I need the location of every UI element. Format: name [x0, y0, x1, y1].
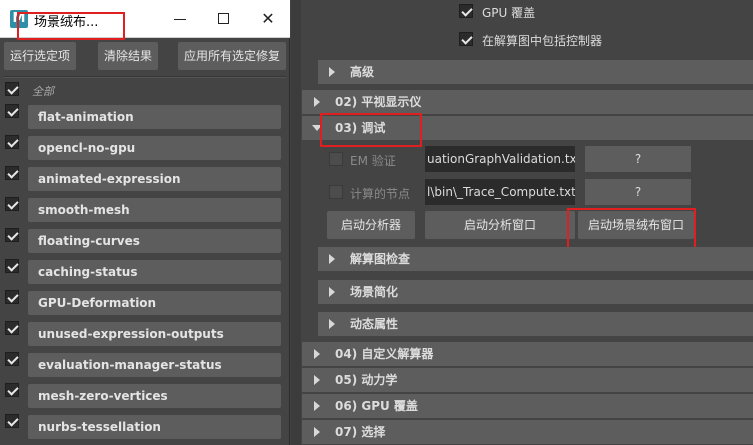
expand-arrow-icon: [329, 287, 335, 297]
expand-arrow-icon: [314, 349, 320, 359]
expand-arrow-icon: [329, 67, 335, 77]
computed-nodes-help-button[interactable]: ?: [585, 179, 691, 205]
test-checkbox[interactable]: [5, 166, 19, 180]
em-validation-help-button[interactable]: ?: [585, 146, 691, 172]
close-button[interactable]: ✕: [246, 0, 290, 38]
computed-nodes-label: 计算的节点: [350, 187, 411, 201]
expand-arrow-icon: [314, 375, 320, 385]
panel-gutter: [291, 0, 301, 445]
minimize-button[interactable]: [158, 0, 202, 38]
apply-all-fixes-button[interactable]: 应用所有选定修复: [178, 42, 286, 70]
all-checkbox[interactable]: [5, 82, 19, 96]
run-selected-button[interactable]: 运行选定项: [4, 42, 76, 70]
em-validation-label: EM 验证: [350, 154, 396, 168]
test-checkbox[interactable]: [5, 259, 19, 273]
expand-arrow-icon: [314, 401, 320, 411]
test-item[interactable]: unused-expression-outputs: [28, 322, 281, 346]
section-selection[interactable]: 07) 选择: [302, 420, 753, 444]
minimize-icon: [174, 19, 186, 20]
all-label: 全部: [32, 85, 54, 98]
section-gpu-override[interactable]: 06) GPU 覆盖: [302, 394, 753, 418]
launch-profiler-window-button[interactable]: 启动分析窗口: [425, 211, 575, 239]
test-checkbox[interactable]: [5, 290, 19, 304]
expand-arrow-icon: [329, 319, 335, 329]
action-toolbar: 运行选定项 清除结果 应用所有选定修复: [0, 42, 290, 70]
computed-nodes-file-field[interactable]: l\bin\_Trace_Compute.txt: [425, 179, 575, 205]
test-checkbox[interactable]: [5, 414, 19, 428]
expand-arrow-icon: [314, 427, 320, 437]
test-checkbox[interactable]: [5, 383, 19, 397]
maximize-icon: [218, 13, 229, 24]
test-item[interactable]: animated-expression: [28, 167, 281, 191]
computed-nodes-checkbox[interactable]: [329, 185, 343, 199]
em-validation-file-field[interactable]: uationGraphValidation.txt: [425, 146, 575, 172]
debug-highlight-box: [320, 113, 422, 147]
test-checkbox[interactable]: [5, 352, 19, 366]
em-validation-checkbox[interactable]: [329, 152, 343, 166]
section-dynamics[interactable]: 05) 动力学: [302, 368, 753, 392]
launch-profiler-button[interactable]: 启动分析器: [327, 211, 415, 239]
section-solver-check[interactable]: 解算图检查: [318, 247, 753, 271]
test-checkbox[interactable]: [5, 135, 19, 149]
test-item[interactable]: caching-status: [28, 260, 281, 284]
gpu-override-label: GPU 覆盖: [482, 6, 536, 20]
test-item[interactable]: evaluation-manager-status: [28, 353, 281, 377]
maximize-button[interactable]: [202, 0, 246, 38]
test-item[interactable]: mesh-zero-vertices: [28, 384, 281, 408]
test-item[interactable]: nurbs-tessellation: [28, 415, 281, 439]
test-item[interactable]: floating-curves: [28, 229, 281, 253]
section-scene-simplify[interactable]: 场景简化: [318, 280, 753, 304]
test-item[interactable]: GPU-Deformation: [28, 291, 281, 315]
test-item[interactable]: opencl-no-gpu: [28, 136, 281, 160]
section-dynamic-attributes[interactable]: 动态属性: [318, 312, 753, 336]
section-custom-evaluator[interactable]: 04) 自定义解算器: [302, 342, 753, 366]
test-checkbox[interactable]: [5, 104, 19, 118]
test-checkbox[interactable]: [5, 228, 19, 242]
expand-arrow-icon: [329, 254, 335, 264]
clear-results-button[interactable]: 清除结果: [98, 42, 158, 70]
include-controllers-label: 在解算图中包括控制器: [482, 34, 603, 48]
title-highlight-box: [17, 12, 125, 40]
expand-arrow-icon: [314, 97, 320, 107]
scene-lint-window: M 场景绒布... ✕ 运行选定项 清除结果 应用所有选定修复 全部 flat-…: [0, 0, 290, 445]
include-controllers-checkbox[interactable]: [459, 32, 473, 46]
section-heads-up-display[interactable]: 02) 平视显示仪: [302, 90, 753, 114]
test-item[interactable]: flat-animation: [28, 105, 281, 129]
toolbar-divider: [4, 76, 286, 78]
gpu-override-checkbox[interactable]: [459, 4, 473, 18]
close-icon: ✕: [261, 9, 275, 28]
test-item[interactable]: smooth-mesh: [28, 198, 281, 222]
test-checkbox[interactable]: [5, 321, 19, 335]
section-advanced[interactable]: 高级: [318, 60, 753, 84]
test-checkbox[interactable]: [5, 197, 19, 211]
